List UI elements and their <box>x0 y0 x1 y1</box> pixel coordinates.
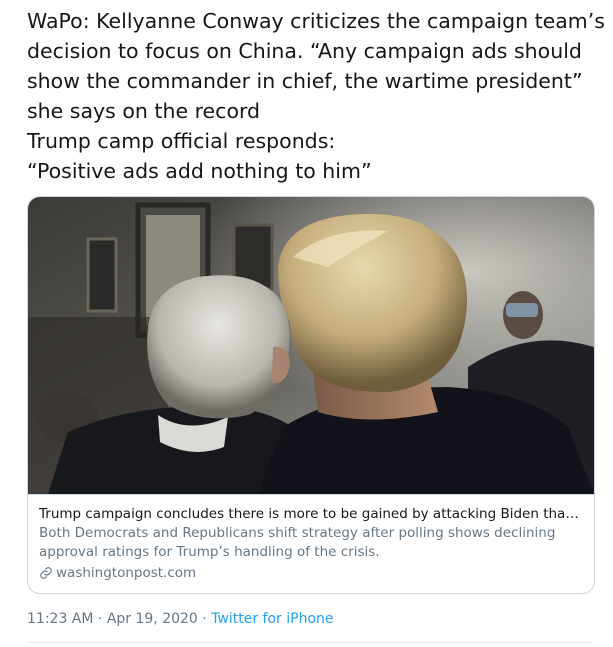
card-domain: washingtonpost.com <box>39 564 196 582</box>
link-preview-card[interactable]: Trump campaign concludes there is more t… <box>27 196 595 594</box>
tweet-meta: 11:23 AM · Apr 19, 2020 · Twitter for iP… <box>27 609 334 629</box>
tweet-date[interactable]: Apr 19, 2020 <box>107 611 198 627</box>
tweet-text-line: she says on the record <box>27 99 261 123</box>
divider <box>27 642 593 643</box>
link-icon <box>39 566 53 580</box>
card-image[interactable] <box>28 197 594 494</box>
photo-two-men-from-behind <box>28 197 594 494</box>
card-description: Both Democrats and Republicans shift str… <box>39 525 556 560</box>
tweet-text-line: WaPo: Kellyanne Conway criticizes the ca… <box>27 9 605 33</box>
tweet-text-line: show the commander in chief, the wartime… <box>27 69 583 93</box>
tweet-text-line: “Positive ads add nothing to him” <box>27 159 372 183</box>
tweet-text: WaPo: Kellyanne Conway criticizes the ca… <box>27 6 605 186</box>
tweet-text-line: Trump camp official responds: <box>27 129 336 153</box>
card-body[interactable]: Trump campaign concludes there is more t… <box>28 494 594 593</box>
card-title: Trump campaign concludes there is more t… <box>39 506 584 522</box>
card-domain-text: washingtonpost.com <box>56 565 197 581</box>
tweet-source[interactable]: Twitter for iPhone <box>211 611 333 627</box>
tweet-text-line: decision to focus on China. “Any campaig… <box>27 39 582 63</box>
meta-separator: · <box>93 611 107 627</box>
meta-separator: · <box>197 611 212 627</box>
tweet-time[interactable]: 11:23 AM <box>27 611 93 627</box>
